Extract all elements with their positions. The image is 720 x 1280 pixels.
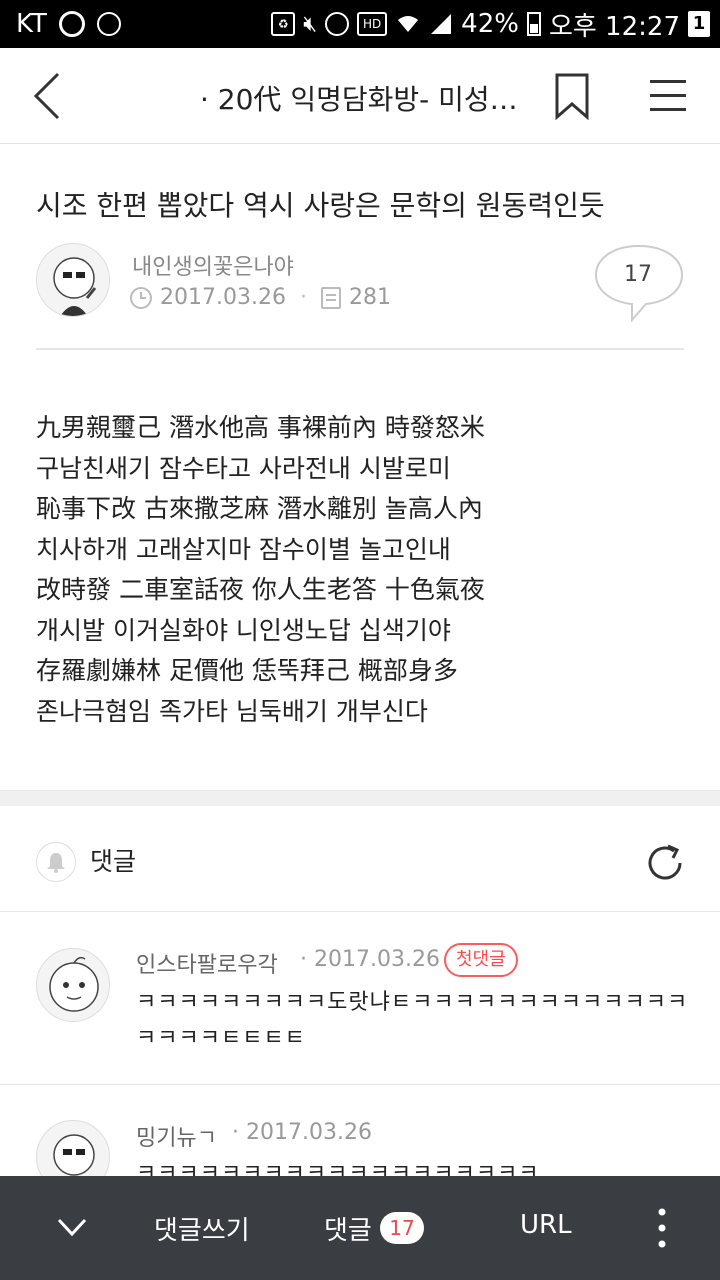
post-body-line: 구남친새기 잠수타고 사라전내 시발로미 xyxy=(36,453,451,483)
post-body-line: 존나극혐임 족가타 님둑배기 개부신다 xyxy=(36,696,428,726)
alarm-icon xyxy=(325,12,350,36)
clock-time: 오후 12:27 xyxy=(548,11,680,42)
back-icon[interactable] xyxy=(28,70,68,122)
avatar-peach-icon xyxy=(49,956,99,1012)
bell-icon xyxy=(47,853,65,873)
post-body-line: 存羅劇嫌林 足價他 恁뚝拜己 概部身多 xyxy=(36,656,458,685)
comment-text: ㅋㅋㅋㅋㅋㅋㅋㅋㅋ도랏냐ㅌㅋㅋㅋㅋㅋㅋㅋㅋㅋㅋㅋㅋㅋ ㅋㅋㅋㅋㅌㅌㅌㅌ xyxy=(136,985,688,1057)
battery-percent: 42% xyxy=(461,9,519,39)
author-avatar[interactable] xyxy=(36,243,110,317)
view-count-icon xyxy=(320,286,341,309)
chevron-down-icon[interactable] xyxy=(56,1212,88,1242)
post-author[interactable]: 내인생의꽃은나야 xyxy=(132,249,294,281)
post-body: 九男親璽己 潛水他高 事裸前內 時發怒米 구남친새기 잠수타고 사라전내 시발로미… xyxy=(36,408,485,732)
avatar-illustration-icon xyxy=(53,257,97,316)
comment-date: · 2017.03.26 xyxy=(300,947,440,972)
post-body-line: 치사하개 고래살지마 잠수이별 놀고인내 xyxy=(36,534,451,564)
comment-text-line: ㅋㅋㅋㅋㅋㅋㅋㅋㅋ도랏냐ㅌㅋㅋㅋㅋㅋㅋㅋㅋㅋㅋㅋㅋㅋ xyxy=(136,990,689,1015)
comment-author[interactable]: 인스타팔로우각 xyxy=(136,947,278,979)
status-bar: KT ♻ 🔇︎ HD 42% 오후 12:27 1 xyxy=(0,0,720,48)
more-options-icon[interactable] xyxy=(656,1206,668,1250)
comments-header: 댓글 xyxy=(0,806,720,912)
section-separator xyxy=(0,790,720,806)
first-comment-badge: 첫댓글 xyxy=(444,943,518,977)
hd-icon: HD xyxy=(357,12,388,36)
notification-toggle[interactable] xyxy=(36,842,76,882)
wifi-icon xyxy=(398,16,419,32)
write-comment-button[interactable]: 댓글쓰기 xyxy=(154,1210,250,1247)
status-left: KT xyxy=(16,9,121,39)
post-title: 시조 한편 뽑았다 역시 사랑은 문학의 원동력인듯 xyxy=(36,189,605,222)
notification-count: 1 xyxy=(688,11,710,37)
bookmark-icon[interactable] xyxy=(554,72,590,120)
status-right: ♻ 🔇︎ HD 42% 오후 12:27 1 xyxy=(271,6,710,43)
post-body-line: 改時發 二車室話夜 你人生老答 十色氣夜 xyxy=(36,575,485,604)
post-body-line: 九男親璽己 潛水他高 事裸前內 時發怒米 xyxy=(36,413,485,442)
comment-date: · 2017.03.26 xyxy=(232,1120,372,1145)
mute-icon: 🔇︎ xyxy=(303,11,318,37)
url-button[interactable]: URL xyxy=(520,1210,572,1240)
signal-icon xyxy=(431,14,452,34)
app-notification-icon xyxy=(96,12,121,36)
top-nav: · 20代 익명담화방- 미성… xyxy=(0,48,720,144)
battery-icon xyxy=(526,12,541,36)
refresh-icon[interactable] xyxy=(644,842,686,884)
comments-button[interactable]: 댓글 xyxy=(324,1210,372,1247)
header-divider xyxy=(36,348,684,350)
post-date: 2017.03.26 xyxy=(160,285,286,310)
post-meta: 2017.03.26 · 281 xyxy=(130,285,391,310)
carrier-label: KT xyxy=(16,9,47,39)
cafe-board-title[interactable]: · 20代 익명담화방- 미성… xyxy=(200,78,530,118)
comment-author[interactable]: 밍기뉴ㄱ xyxy=(136,1120,217,1152)
menu-icon[interactable] xyxy=(648,78,688,114)
comments-title: 댓글 xyxy=(90,847,137,876)
power-icon xyxy=(58,11,85,37)
clock-icon xyxy=(130,286,152,309)
comment-bubble-count[interactable]: 17 xyxy=(594,262,682,287)
meta-separator: · xyxy=(299,285,307,310)
comment-text-line: ㅋㅋㅋㅋㅌㅌㅌㅌ xyxy=(136,1026,306,1051)
comment-avatar[interactable] xyxy=(36,948,110,1022)
post-views: 281 xyxy=(348,285,391,310)
bottom-action-bar: 댓글쓰기 댓글 17 URL xyxy=(0,1176,720,1280)
post-body-line: 개시발 이거실화야 니인생노답 십색기야 xyxy=(36,615,451,645)
comments-count-badge[interactable]: 17 xyxy=(380,1212,424,1244)
post-body-line: 恥事下改 古來撒芝麻 潛水離別 놀高人內 xyxy=(36,494,483,523)
recycle-icon: ♻ xyxy=(271,12,296,36)
comment-divider xyxy=(0,1084,720,1085)
